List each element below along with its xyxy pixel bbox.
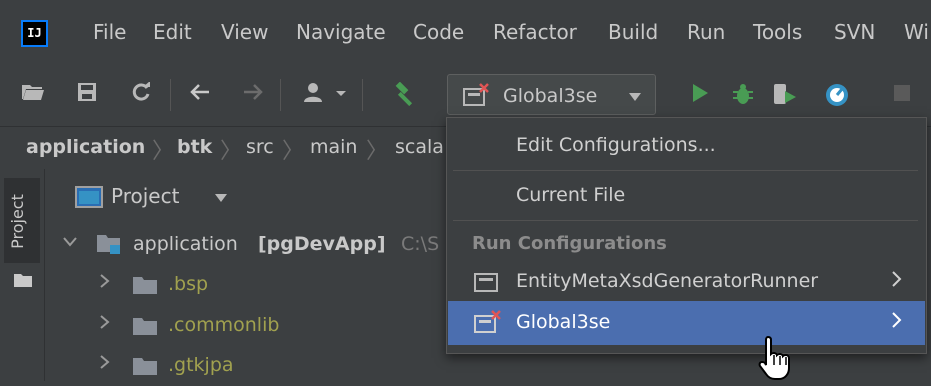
config-label: EntityMetaXsdGeneratorRunner	[516, 270, 819, 292]
menu-build[interactable]: Build	[608, 20, 658, 44]
menu-run[interactable]: Run	[687, 20, 725, 44]
root-module: [pgDevApp]	[258, 233, 386, 255]
stop-icon[interactable]	[889, 82, 915, 108]
root-name: application	[133, 233, 238, 255]
build-hammer-icon[interactable]	[392, 81, 418, 108]
menu-code[interactable]: Code	[413, 20, 464, 44]
application-config-icon	[474, 310, 502, 338]
coverage-icon[interactable]	[772, 82, 798, 108]
run-icon[interactable]	[687, 82, 713, 108]
folder-name: .bsp	[168, 273, 209, 295]
sync-icon[interactable]	[128, 81, 154, 108]
menu-file[interactable]: File	[93, 20, 126, 44]
menu-bar: IJ File Edit View Navigate Code Refactor…	[0, 0, 931, 66]
menu-edit[interactable]: Edit	[153, 20, 192, 44]
menu-window[interactable]: Wi	[904, 20, 929, 44]
run-config-icon	[462, 83, 490, 111]
breadcrumb-separator: 〉	[282, 139, 305, 164]
breadcrumb-item-application[interactable]: application	[26, 136, 145, 158]
tree-row-folder[interactable]: .bsp	[95, 265, 445, 305]
breadcrumb-separator: 〉	[152, 139, 175, 164]
section-header-label: Run Configurations	[472, 233, 667, 254]
project-view-icon	[75, 186, 103, 212]
run-configuration-selector[interactable]: Global3se	[447, 74, 656, 115]
toolbar-separator	[170, 79, 171, 111]
folder-icon	[133, 276, 157, 299]
forward-icon[interactable]	[240, 82, 266, 108]
menu-separator	[453, 220, 918, 221]
expand-chevron-icon[interactable]	[63, 233, 77, 252]
chevron-right-icon	[891, 269, 903, 293]
tree-row-folder[interactable]: .commonlib	[95, 306, 445, 346]
open-folder-icon[interactable]	[20, 82, 46, 108]
menu-refactor[interactable]: Refactor	[493, 20, 577, 44]
folder-name: .gtkjpa	[168, 354, 234, 376]
run-config-label: Global3se	[503, 85, 598, 107]
current-file-item[interactable]: Current File	[448, 174, 925, 218]
breadcrumb-separator: 〉	[366, 139, 389, 164]
folder-icon	[14, 272, 32, 291]
breadcrumb-separator: 〉	[220, 139, 243, 164]
module-folder-icon	[96, 233, 122, 260]
intellij-logo-icon[interactable]: IJ	[21, 20, 48, 47]
folder-icon	[133, 317, 157, 340]
tree-row-folder[interactable]: .gtkjpa	[95, 346, 445, 386]
back-icon[interactable]	[187, 82, 213, 108]
project-tool-tab[interactable]: Project	[4, 178, 40, 263]
user-icon[interactable]	[300, 82, 350, 108]
chevron-right-icon[interactable]	[99, 314, 111, 333]
debug-icon[interactable]	[730, 82, 756, 108]
config-item-global3se[interactable]: Global3se	[448, 301, 925, 345]
breadcrumb-item-main[interactable]: main	[310, 136, 357, 158]
chevron-right-icon	[891, 310, 903, 334]
menu-svn[interactable]: SVN	[834, 20, 875, 44]
root-path: C:\S	[401, 233, 440, 255]
menu-navigate[interactable]: Navigate	[296, 20, 386, 44]
tree-row-root[interactable]: application [pgDevApp] C:\S	[60, 225, 460, 265]
current-file-label: Current File	[516, 184, 626, 206]
project-view-title[interactable]: Project	[111, 184, 179, 208]
breadcrumb-item-btk[interactable]: btk	[177, 136, 212, 158]
chevron-down-icon	[628, 87, 642, 106]
edit-configurations-label: Edit Configurations...	[516, 134, 716, 156]
chevron-down-icon[interactable]	[214, 188, 228, 207]
folder-icon	[133, 357, 157, 380]
menu-separator	[453, 170, 918, 171]
chevron-right-icon[interactable]	[99, 273, 111, 292]
menu-tools[interactable]: Tools	[753, 20, 802, 44]
breadcrumb-item-scala[interactable]: scala	[395, 136, 444, 158]
toolbar-separator	[362, 79, 363, 111]
project-tool-label: Project	[7, 194, 27, 249]
menu-view[interactable]: View	[221, 20, 268, 44]
config-item-entitymeta[interactable]: EntityMetaXsdGeneratorRunner	[448, 260, 925, 304]
application-config-icon	[474, 271, 500, 297]
edit-configurations-item[interactable]: Edit Configurations...	[448, 124, 925, 168]
chevron-right-icon[interactable]	[99, 354, 111, 373]
toolbar-separator	[280, 79, 281, 111]
config-label: Global3se	[516, 311, 611, 333]
hand-pointer-cursor-icon	[757, 335, 793, 381]
run-configurations-header: Run Configurations	[448, 224, 925, 260]
save-icon[interactable]	[74, 82, 100, 108]
profile-icon[interactable]	[824, 82, 850, 108]
run-config-dropdown: Edit Configurations... Current File Run …	[446, 117, 927, 354]
breadcrumb-item-src[interactable]: src	[246, 136, 274, 158]
folder-name: .commonlib	[168, 314, 280, 336]
